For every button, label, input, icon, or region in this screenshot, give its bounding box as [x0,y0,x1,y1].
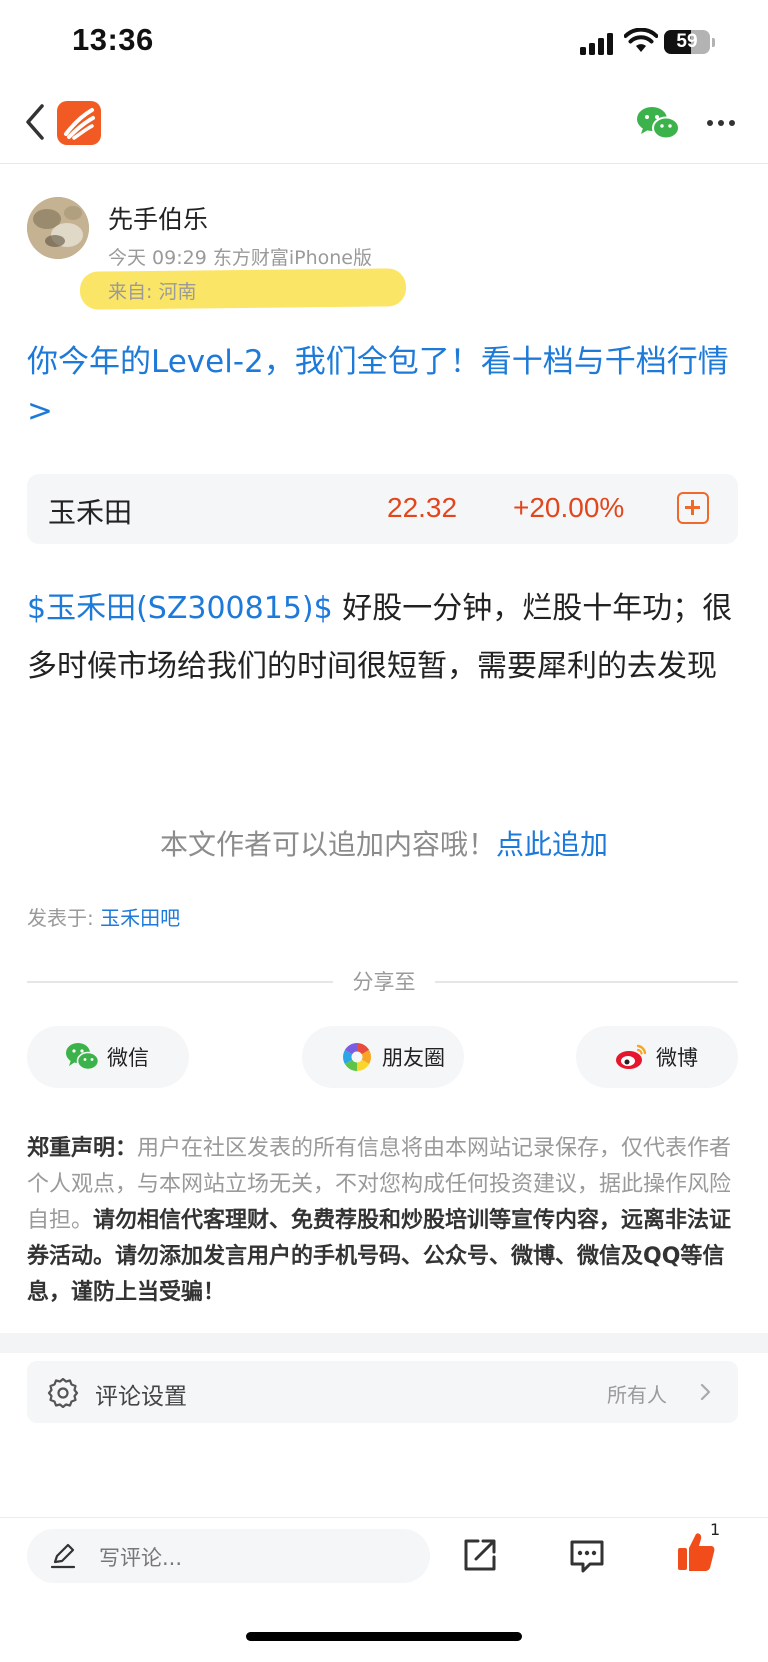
disclaimer-warning: 请勿相信代客理财、免费荐股和炒股培训等宣传内容，远离非法证券活动。请勿添加发言用… [27,1208,732,1305]
comment-input[interactable]: 写评论... [27,1529,430,1583]
share-weibo-label: 微博 [656,1046,698,1070]
disclaimer: 郑重声明：用户在社区发表的所有信息将由本网站记录保存，仅代表作者个人观点，与本网… [27,1131,739,1311]
back-button[interactable] [22,102,48,142]
author-avatar[interactable] [27,197,89,259]
cellular-signal-icon [580,33,613,55]
disclaimer-heading: 郑重声明： [27,1136,138,1161]
comments-icon[interactable] [568,1538,606,1574]
battery-level: 59 [676,31,698,52]
add-watchlist-icon[interactable] [677,492,709,524]
append-hint-text: 本文作者可以追加内容哦！ [159,828,496,861]
forum-link[interactable]: 玉禾田吧 [100,906,180,930]
bottom-divider [0,1517,768,1518]
published-in: 发表于: 玉禾田吧 [27,902,180,931]
append-link[interactable]: 点此追加 [496,828,608,861]
stock-price: 22.32 [387,492,458,523]
comment-settings-value: 所有人 [607,1383,667,1407]
stock-change: +20.00% [513,492,625,523]
app-logo-icon[interactable] [57,101,101,145]
comment-placeholder: 写评论... [99,1546,183,1570]
append-hint: 本文作者可以追加内容哦！点此追加 [0,823,768,863]
wechat-icon [66,1043,99,1071]
share-external-icon[interactable] [462,1537,498,1573]
share-divider-left [27,981,333,983]
share-weibo-button[interactable]: 微博 [576,1026,738,1088]
section-gap [0,1333,768,1353]
chevron-right-icon [700,1383,711,1401]
share-wechat-button[interactable]: 微信 [27,1026,189,1088]
battery-icon: 59 [664,30,716,56]
level2-promo-link[interactable]: 你今年的Level-2，我们全包了！看十档与千档行情> [27,338,737,436]
like-count: 1 [710,1520,721,1539]
stock-tag-link[interactable]: $玉禾田(SZ300815)$ [27,591,333,626]
share-moments-label: 朋友圈 [382,1046,445,1070]
gear-icon [47,1377,79,1408]
post-meta: 今天 09:29 东方财富iPhone版 [108,247,372,269]
comment-settings-row[interactable]: 评论设置 所有人 [27,1361,738,1423]
stock-name: 玉禾田 [48,496,133,529]
moments-icon [343,1043,371,1071]
home-indicator [246,1632,522,1641]
stock-card[interactable]: 玉禾田 22.32 +20.00% [27,474,738,544]
comment-settings-label: 评论设置 [95,1384,187,1410]
more-icon[interactable] [706,113,736,133]
weibo-icon [616,1044,647,1069]
share-divider-right [435,981,738,983]
share-moments-button[interactable]: 朋友圈 [302,1026,464,1088]
share-title: 分享至 [352,970,416,994]
nav-divider [0,163,768,164]
published-in-label: 发表于: [27,906,101,930]
wechat-share-icon[interactable] [636,105,680,141]
pencil-icon [50,1543,76,1569]
status-time: 13:36 [72,22,154,57]
author-name[interactable]: 先手伯乐 [108,200,208,236]
post-body: $玉禾田(SZ300815)$ 好股一分钟，烂股十年功；很多时候市场给我们的时间… [27,580,739,696]
wifi-icon [624,28,658,52]
post-location: 来自: 河南 [108,281,197,303]
share-wechat-label: 微信 [107,1046,149,1070]
